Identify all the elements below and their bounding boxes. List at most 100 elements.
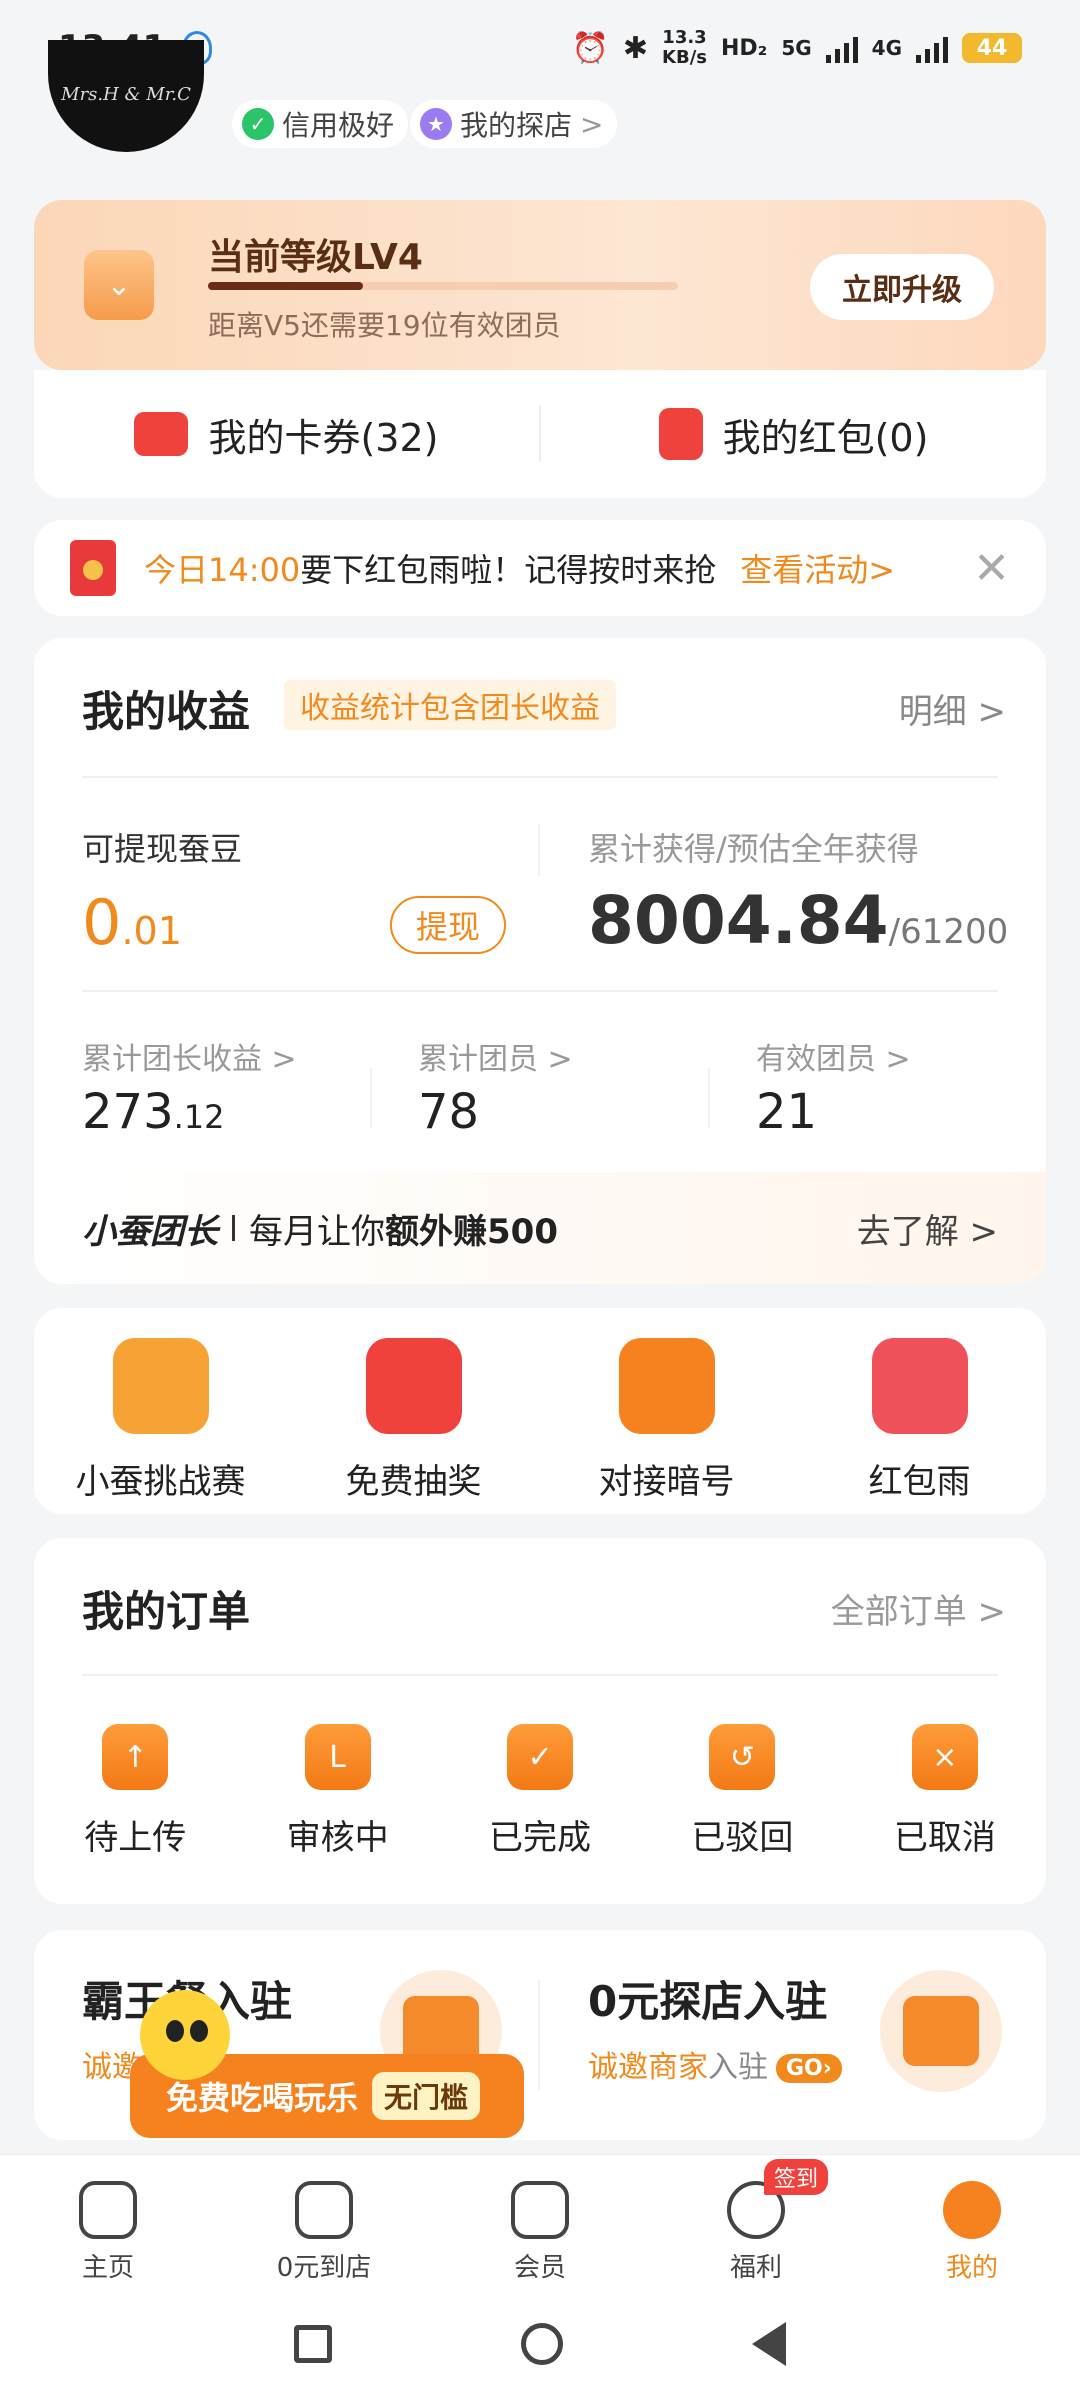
divider bbox=[82, 1674, 998, 1676]
all-orders-link[interactable]: 全部订单 > bbox=[831, 1584, 1006, 1633]
explore-badge[interactable]: ★ 我的探店 > bbox=[410, 100, 618, 148]
my-redpacket-button[interactable]: 我的红包(0) bbox=[541, 407, 1046, 462]
tab-label: 福利 bbox=[729, 2253, 782, 2283]
feature-label: 对接暗号 bbox=[598, 1462, 735, 1502]
valid-members-stat[interactable]: 有效团员 > 21 bbox=[756, 1034, 911, 1140]
signal-5g-icon bbox=[825, 33, 858, 63]
sign-in-badge: 签到 bbox=[764, 2159, 829, 2195]
bottom-tab-bar: 主页 0元到店 会员 福利 签到 我的 bbox=[0, 2154, 1080, 2284]
stat-label: 累计团员 > bbox=[418, 1042, 573, 1077]
stat-value: 273.12 bbox=[82, 1084, 225, 1140]
avatar[interactable]: Mrs.H & Mr.C bbox=[48, 40, 204, 152]
tab-welfare[interactable]: 福利 签到 bbox=[648, 2155, 864, 2284]
order-label: 已取消 bbox=[893, 1818, 996, 1858]
home-icon bbox=[79, 2181, 137, 2239]
feature-challenge[interactable]: 小蚕挑战赛 bbox=[34, 1308, 287, 1514]
divider bbox=[708, 1068, 710, 1128]
divider bbox=[370, 1068, 372, 1128]
order-label: 已完成 bbox=[489, 1818, 592, 1858]
earnings-title: 我的收益 bbox=[82, 687, 251, 736]
order-pending-upload[interactable]: ↑ 待上传 bbox=[34, 1724, 236, 1859]
level-progress-bar bbox=[208, 282, 678, 290]
mascot-icon[interactable] bbox=[140, 1990, 230, 2080]
battery-indicator: 44 bbox=[962, 33, 1022, 63]
withdraw-button[interactable]: 提现 bbox=[390, 896, 506, 954]
order-label: 审核中 bbox=[286, 1818, 389, 1858]
divider bbox=[82, 776, 998, 778]
back-triangle-icon[interactable] bbox=[751, 2322, 786, 2366]
star-icon: ★ bbox=[420, 108, 452, 140]
check-icon: ✓ bbox=[507, 1724, 574, 1790]
leader-promo-bar[interactable]: 小蚕团长 每月让你 额外赚500 去了解 > bbox=[34, 1172, 1046, 1284]
home-circle-icon[interactable] bbox=[520, 2323, 563, 2365]
upload-arrow-icon: ↑ bbox=[102, 1724, 169, 1790]
shop-icon bbox=[880, 1970, 1002, 2092]
orders-title: 我的订单 bbox=[82, 1587, 251, 1636]
recents-icon[interactable] bbox=[294, 2325, 333, 2363]
my-redpacket-label: 我的红包(0) bbox=[722, 415, 929, 460]
withdrawable-value: 0.01 bbox=[82, 886, 182, 959]
zero-yuan-icon bbox=[295, 2181, 353, 2239]
feature-code[interactable]: 对接暗号 bbox=[540, 1308, 793, 1514]
tab-label: 会员 bbox=[513, 2253, 566, 2283]
trophy-icon bbox=[112, 1338, 209, 1434]
upgrade-button[interactable]: 立即升级 bbox=[810, 254, 994, 320]
tab-label: 主页 bbox=[81, 2253, 134, 2283]
notice-time: 今日14:00 bbox=[144, 551, 301, 589]
close-icon[interactable]: ✕ bbox=[973, 543, 1010, 594]
my-coupons-label: 我的卡券(32) bbox=[208, 415, 439, 460]
credit-badge[interactable]: ✓ 信用极好 bbox=[232, 100, 409, 148]
leader-brand: 小蚕团长 bbox=[82, 1211, 218, 1252]
explore-label: 我的探店 bbox=[460, 109, 573, 142]
net-speed: 13.3 KB/s bbox=[662, 27, 707, 68]
red-envelope-icon bbox=[70, 540, 116, 596]
total-earned-value: 8004.84/61200 bbox=[588, 882, 1009, 959]
no-threshold-tag: 无门槛 bbox=[372, 2072, 481, 2120]
order-label: 待上传 bbox=[84, 1818, 187, 1858]
close-icon: × bbox=[911, 1724, 978, 1790]
hd-icon: HD₂ bbox=[721, 35, 768, 61]
coupon-row: 我的卡券(32) 我的红包(0) bbox=[34, 370, 1046, 498]
tab-label: 0元到店 bbox=[276, 2253, 372, 2283]
total-members-stat[interactable]: 累计团员 > 78 bbox=[418, 1034, 573, 1140]
leader-text: 每月让你 bbox=[249, 1211, 385, 1252]
order-cancelled[interactable]: × 已取消 bbox=[844, 1724, 1046, 1859]
learn-more-link[interactable]: 去了解 > bbox=[857, 1204, 998, 1253]
orders-card: 我的订单 全部订单 > ↑ 待上传 L 审核中 ✓ 已完成 ↺ 已驳回 × 已取… bbox=[34, 1538, 1046, 1904]
feature-lottery[interactable]: 免费抽奖 bbox=[287, 1308, 540, 1514]
view-activity-link[interactable]: 查看活动> bbox=[740, 545, 895, 591]
order-rejected[interactable]: ↺ 已驳回 bbox=[641, 1724, 843, 1859]
ticket-icon bbox=[134, 412, 189, 456]
status-icons: ⏰ ✱ 13.3 KB/s HD₂ 5G 4G 44 bbox=[572, 28, 1022, 68]
merchant-title: 0元探店入驻 bbox=[588, 1977, 828, 2026]
leader-earnings-stat[interactable]: 累计团长收益 > 273.12 bbox=[82, 1034, 297, 1140]
withdrawable-label: 可提现蚕豆 bbox=[82, 830, 243, 868]
banner-text: 免费吃喝玩乐 bbox=[166, 2079, 359, 2117]
undo-icon: ↺ bbox=[709, 1724, 776, 1790]
chevron-right-icon: > bbox=[580, 107, 604, 141]
tab-home[interactable]: 主页 bbox=[0, 2155, 216, 2284]
store-visit-merchant-entry[interactable]: 0元探店入驻 诚邀商家入驻 GO› bbox=[540, 1930, 1046, 2140]
earnings-card: 我的收益 收益统计包含团长收益 明细 > 可提现蚕豆 0.01 提现 累计获得/… bbox=[34, 638, 1046, 1284]
level-subtitle: 距离V5还需要19位有效团员 bbox=[208, 309, 561, 342]
level-progress-fill bbox=[208, 282, 364, 290]
earnings-detail-link[interactable]: 明细 > bbox=[899, 684, 1006, 733]
order-completed[interactable]: ✓ 已完成 bbox=[439, 1724, 641, 1859]
tab-zero-yuan-store[interactable]: 0元到店 bbox=[216, 2155, 432, 2284]
check-shield-icon: ✓ bbox=[242, 108, 274, 140]
credit-label: 信用极好 bbox=[282, 109, 395, 142]
divider bbox=[232, 1215, 235, 1241]
5g-label: 5G bbox=[781, 36, 812, 60]
merchant-subtitle: 诚邀商家入驻 GO› bbox=[588, 2042, 842, 2086]
order-reviewing[interactable]: L 审核中 bbox=[236, 1724, 438, 1859]
tab-mine[interactable]: 我的 bbox=[864, 2155, 1080, 2284]
stat-label: 有效团员 > bbox=[756, 1042, 911, 1077]
4g-label: 4G bbox=[871, 36, 902, 60]
my-coupons-button[interactable]: 我的卡券(32) bbox=[34, 407, 539, 462]
system-nav-bar bbox=[0, 2284, 1080, 2404]
tab-member[interactable]: 会员 bbox=[432, 2155, 648, 2284]
feature-red-rain[interactable]: 红包雨 bbox=[793, 1308, 1046, 1514]
feature-label: 小蚕挑战赛 bbox=[75, 1462, 246, 1502]
feature-grid: 小蚕挑战赛 免费抽奖 对接暗号 红包雨 bbox=[34, 1308, 1046, 1514]
red-rain-notice[interactable]: 今日14:00 要下红包雨啦！记得按时来抢 查看活动> ✕ bbox=[34, 520, 1046, 616]
